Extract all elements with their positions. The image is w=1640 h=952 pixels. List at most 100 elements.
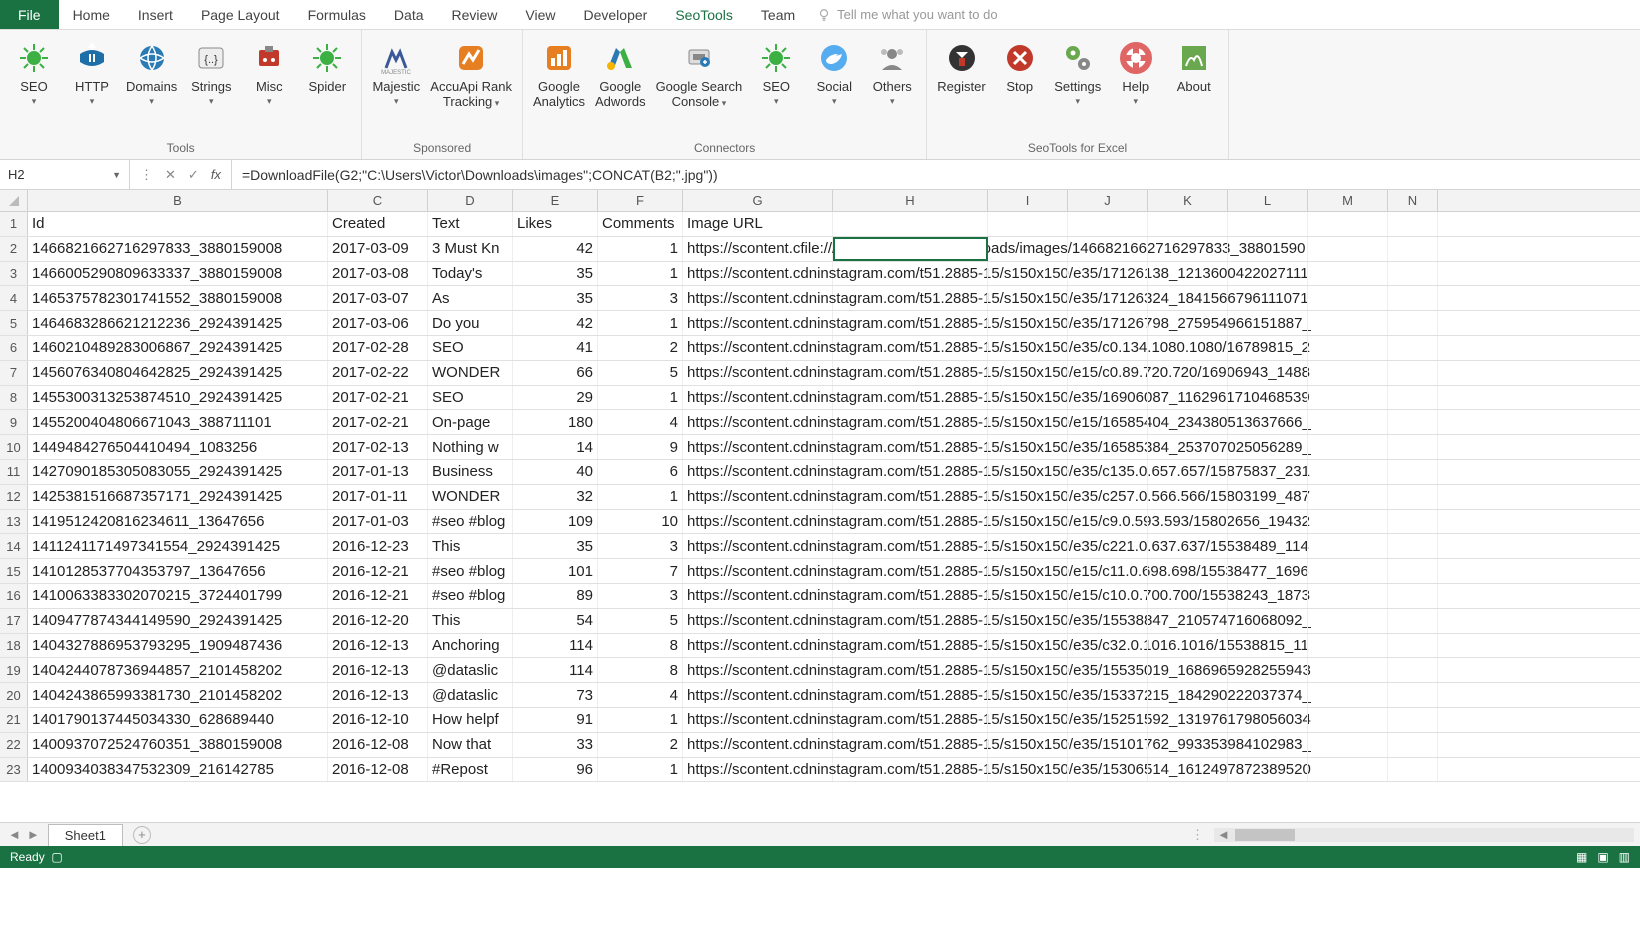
cell[interactable] bbox=[988, 584, 1068, 608]
cell[interactable] bbox=[1308, 634, 1388, 658]
ribbon-accuapi-button[interactable]: AccuApi RankTracking ▾ bbox=[430, 36, 512, 110]
cell[interactable]: As bbox=[428, 286, 513, 310]
cell[interactable]: 7 bbox=[598, 559, 683, 583]
cell[interactable] bbox=[1148, 262, 1228, 286]
cell[interactable] bbox=[1388, 683, 1438, 707]
cell[interactable] bbox=[833, 435, 988, 459]
fx-icon[interactable]: fx bbox=[211, 167, 221, 182]
cell[interactable]: SEO bbox=[428, 336, 513, 360]
cell[interactable] bbox=[1228, 286, 1308, 310]
cell[interactable] bbox=[1228, 758, 1308, 782]
cell[interactable] bbox=[1308, 510, 1388, 534]
cell[interactable]: https://scontent.cdninstagram.com/t51.28… bbox=[683, 386, 833, 410]
cell[interactable] bbox=[833, 262, 988, 286]
cell[interactable] bbox=[1148, 658, 1228, 682]
cell[interactable] bbox=[1228, 658, 1308, 682]
cell[interactable] bbox=[988, 237, 1068, 261]
cell[interactable]: 2017-02-22 bbox=[328, 361, 428, 385]
cell[interactable]: 1 bbox=[598, 758, 683, 782]
cell[interactable]: https://scontent.cdninstagram.com/t51.28… bbox=[683, 286, 833, 310]
cell[interactable] bbox=[1068, 237, 1148, 261]
formula-input[interactable]: =DownloadFile(G2;"C:\Users\Victor\Downlo… bbox=[232, 167, 1640, 183]
cell[interactable] bbox=[1068, 311, 1148, 335]
add-sheet-button[interactable]: + bbox=[133, 826, 151, 844]
cell[interactable] bbox=[1388, 336, 1438, 360]
cell[interactable] bbox=[1068, 361, 1148, 385]
cell[interactable]: 2016-12-23 bbox=[328, 534, 428, 558]
cell[interactable]: 114 bbox=[513, 658, 598, 682]
cell[interactable]: 1460210489283006867_2924391425 bbox=[28, 336, 328, 360]
cell[interactable] bbox=[1068, 435, 1148, 459]
cell[interactable] bbox=[1148, 460, 1228, 484]
cell[interactable]: 2 bbox=[598, 733, 683, 757]
cell[interactable]: #seo #blog bbox=[428, 559, 513, 583]
row-header[interactable]: 15 bbox=[0, 559, 28, 583]
cell[interactable]: 2016-12-13 bbox=[328, 634, 428, 658]
view-pagebreak-icon[interactable]: ▥ bbox=[1619, 850, 1630, 864]
cell[interactable]: 1 bbox=[598, 485, 683, 509]
row-header[interactable]: 13 bbox=[0, 510, 28, 534]
sheet-next-icon[interactable]: ► bbox=[27, 827, 40, 842]
cell[interactable] bbox=[1148, 286, 1228, 310]
cell[interactable]: https://scontent.cdninstagram.com/t51.28… bbox=[683, 262, 833, 286]
cell[interactable] bbox=[1308, 286, 1388, 310]
menu-tab-insert[interactable]: Insert bbox=[124, 0, 187, 29]
cell[interactable]: How helpf bbox=[428, 708, 513, 732]
cell[interactable] bbox=[833, 410, 988, 434]
sheet-prev-icon[interactable]: ◄ bbox=[8, 827, 21, 842]
cell[interactable]: https://scontent.cdninstagram.com/t51.28… bbox=[683, 460, 833, 484]
cell[interactable] bbox=[1388, 584, 1438, 608]
row-header[interactable]: 3 bbox=[0, 262, 28, 286]
menu-tab-formulas[interactable]: Formulas bbox=[294, 0, 380, 29]
cell[interactable]: 1 bbox=[598, 386, 683, 410]
cell[interactable]: 2016-12-13 bbox=[328, 683, 428, 707]
menu-tab-team[interactable]: Team bbox=[747, 0, 809, 29]
cell[interactable] bbox=[1388, 460, 1438, 484]
cell[interactable]: 3 Must Kn bbox=[428, 237, 513, 261]
cell[interactable]: #seo #blog bbox=[428, 584, 513, 608]
cell[interactable]: WONDER bbox=[428, 485, 513, 509]
ribbon-about-button[interactable]: About bbox=[1170, 36, 1218, 95]
row-header[interactable]: 18 bbox=[0, 634, 28, 658]
row-header[interactable]: 2 bbox=[0, 237, 28, 261]
cell[interactable] bbox=[1388, 758, 1438, 782]
cell[interactable]: Do you bbox=[428, 311, 513, 335]
file-tab[interactable]: File bbox=[0, 0, 59, 29]
cell[interactable] bbox=[1308, 212, 1388, 236]
ribbon-register-button[interactable]: Register bbox=[937, 36, 985, 95]
menu-tab-home[interactable]: Home bbox=[59, 0, 124, 29]
cell[interactable] bbox=[1308, 435, 1388, 459]
column-header[interactable]: D bbox=[428, 190, 513, 211]
name-box[interactable]: H2 ▼ bbox=[0, 160, 130, 189]
cell[interactable]: 1464683286621212236_2924391425 bbox=[28, 311, 328, 335]
column-header[interactable]: M bbox=[1308, 190, 1388, 211]
cell[interactable]: 14 bbox=[513, 435, 598, 459]
cell[interactable] bbox=[1228, 559, 1308, 583]
cell[interactable] bbox=[833, 708, 988, 732]
cell[interactable]: 2016-12-21 bbox=[328, 584, 428, 608]
cell[interactable] bbox=[1228, 534, 1308, 558]
cell[interactable]: 1411241171497341554_2924391425 bbox=[28, 534, 328, 558]
cell[interactable]: Comments bbox=[598, 212, 683, 236]
cell[interactable] bbox=[988, 460, 1068, 484]
cell[interactable]: Now that bbox=[428, 733, 513, 757]
row-header[interactable]: 23 bbox=[0, 758, 28, 782]
cell[interactable]: Id bbox=[28, 212, 328, 236]
row-header[interactable]: 8 bbox=[0, 386, 28, 410]
cell[interactable] bbox=[988, 708, 1068, 732]
cell[interactable]: https://scontent.cdninstagram.com/t51.28… bbox=[683, 658, 833, 682]
cell[interactable]: 3 bbox=[598, 584, 683, 608]
cell[interactable]: 2016-12-20 bbox=[328, 609, 428, 633]
cell[interactable] bbox=[1308, 386, 1388, 410]
cell[interactable] bbox=[988, 510, 1068, 534]
cell[interactable] bbox=[988, 361, 1068, 385]
menu-tab-view[interactable]: View bbox=[511, 0, 569, 29]
cell[interactable]: https://scontent.cdninstagram.com/t51.28… bbox=[683, 708, 833, 732]
cell[interactable]: 35 bbox=[513, 286, 598, 310]
cell[interactable] bbox=[1228, 237, 1308, 261]
cell[interactable] bbox=[1148, 336, 1228, 360]
cell[interactable] bbox=[833, 212, 988, 236]
cell[interactable]: Likes bbox=[513, 212, 598, 236]
cell[interactable] bbox=[1388, 262, 1438, 286]
cell[interactable] bbox=[1308, 361, 1388, 385]
